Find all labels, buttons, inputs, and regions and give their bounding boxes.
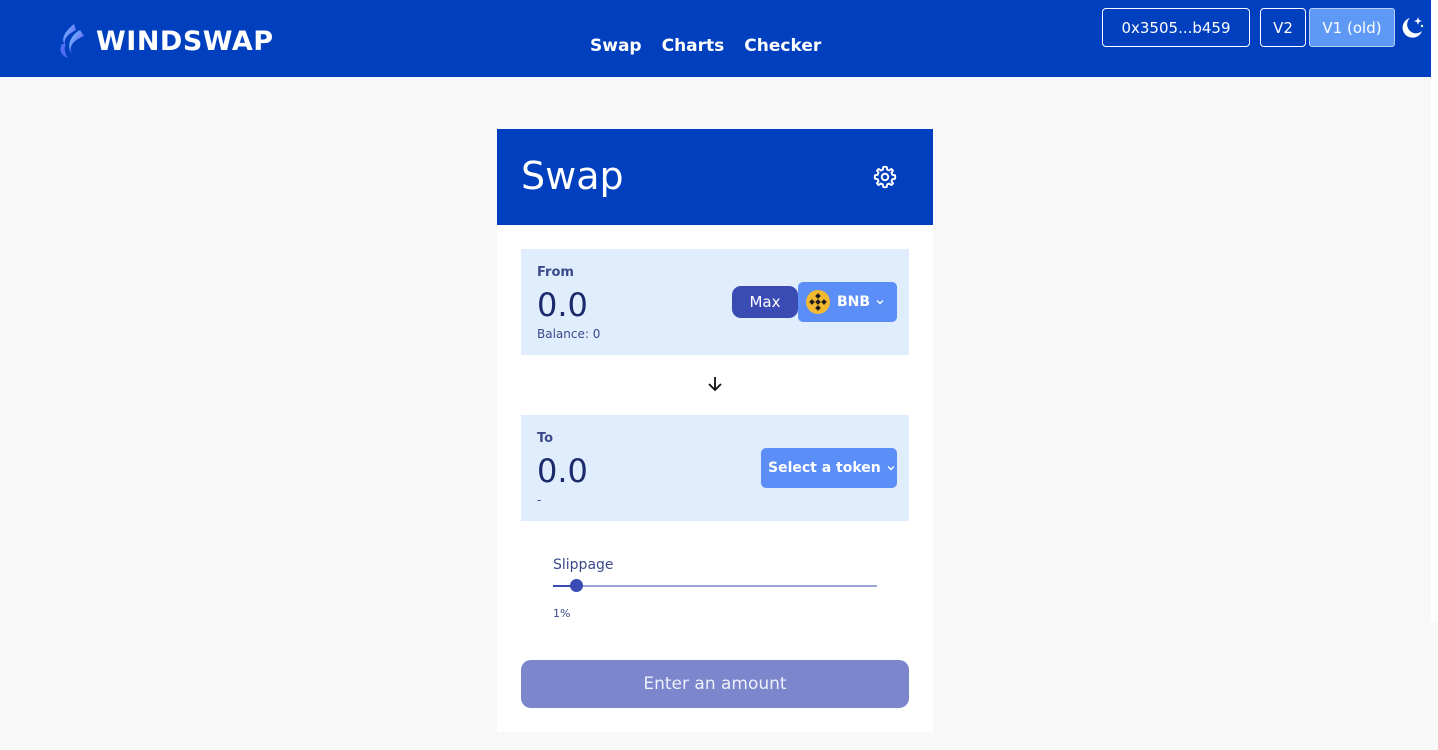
moon-stars-icon[interactable] [1399, 15, 1425, 41]
slippage-value: 1% [553, 607, 571, 620]
scrollbar-area [1431, 0, 1438, 622]
from-label: From [537, 265, 574, 280]
chevron-down-icon [887, 466, 895, 471]
slippage-slider[interactable] [553, 579, 877, 592]
chevron-down-icon [876, 300, 884, 305]
gear-icon[interactable] [872, 164, 898, 190]
to-token-select[interactable]: Select a token [761, 448, 897, 488]
nav-charts[interactable]: Charts [662, 36, 725, 56]
slippage-slider-thumb[interactable] [570, 579, 583, 592]
version-v2-button[interactable]: V2 [1260, 8, 1306, 47]
version-v1-button[interactable]: V1 (old) [1309, 8, 1395, 47]
from-token-symbol: BNB [837, 294, 871, 310]
top-navbar: WINDSWAP Swap Charts Checker 0x3505...b4… [0, 0, 1431, 77]
slippage-label: Slippage [553, 557, 614, 573]
select-token-label: Select a token [768, 460, 881, 476]
to-amount-input[interactable] [537, 451, 707, 491]
brand-name: WINDSWAP [96, 25, 274, 57]
windswap-logo-icon [60, 24, 84, 58]
arrow-down-icon[interactable] [705, 374, 725, 394]
swap-card: Swap From Balance: 0 Max BNB [497, 129, 933, 732]
swap-card-header: Swap [497, 129, 933, 225]
wallet-address-button[interactable]: 0x3505...b459 [1102, 8, 1250, 47]
max-button[interactable]: Max [732, 286, 798, 318]
main-nav: Swap Charts Checker [590, 36, 821, 56]
from-balance: Balance: 0 [537, 327, 601, 341]
to-balance: - [537, 493, 542, 507]
to-label: To [537, 431, 554, 446]
nav-checker[interactable]: Checker [744, 36, 821, 56]
swap-title: Swap [521, 154, 624, 198]
to-panel: To - Select a token [521, 415, 909, 521]
from-token-select[interactable]: BNB [798, 282, 897, 322]
nav-swap[interactable]: Swap [590, 36, 642, 56]
enter-amount-button[interactable]: Enter an amount [521, 660, 909, 708]
brand-logo[interactable]: WINDSWAP [54, 22, 274, 60]
from-amount-input[interactable] [537, 285, 707, 325]
bnb-icon [806, 290, 830, 314]
from-panel: From Balance: 0 Max BNB [521, 249, 909, 355]
